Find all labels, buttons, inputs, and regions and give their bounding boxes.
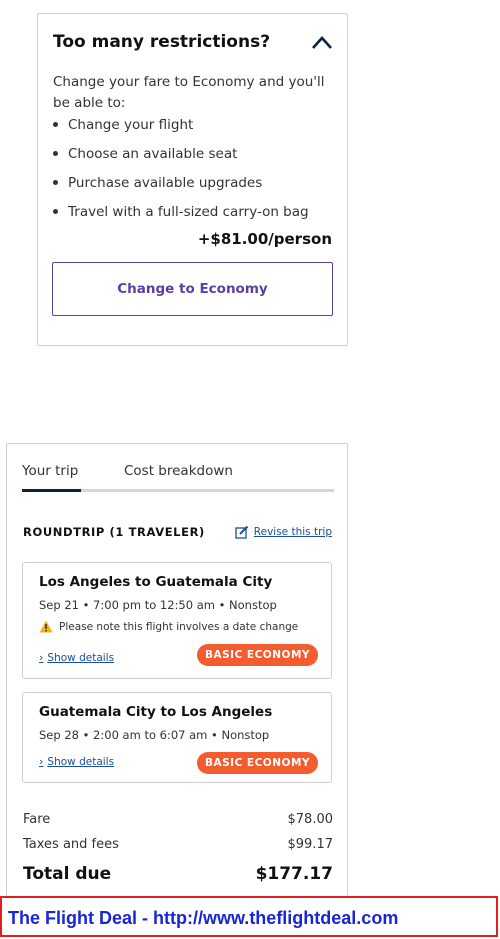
- show-details-label: Show details: [47, 651, 115, 664]
- show-details-link[interactable]: › Show details: [39, 755, 114, 768]
- revise-trip-label: Revise this trip: [253, 526, 332, 538]
- fare-class-badge: BASIC ECONOMY: [196, 644, 318, 666]
- revise-trip-link[interactable]: Revise this trip: [235, 525, 332, 539]
- trip-tabs: Your trip Cost breakdown: [22, 444, 334, 493]
- show-details-link[interactable]: › Show details: [39, 651, 114, 664]
- benefit-item: Change your flight: [53, 114, 309, 143]
- date-change-note: Please note this flight involves a date …: [39, 620, 298, 633]
- benefits-list: Change your flight Choose an available s…: [53, 114, 309, 230]
- edit-icon: [235, 525, 249, 539]
- upgrade-price: +$81.00/person: [197, 230, 332, 248]
- date-change-text: Please note this flight involves a date …: [59, 620, 299, 633]
- benefit-item: Travel with a full-sized carry-on bag: [53, 201, 309, 230]
- tab-your-trip[interactable]: Your trip: [22, 463, 78, 479]
- watermark-text: The Flight Deal - http://www.theflightde…: [8, 908, 399, 928]
- trip-heading: ROUNDTRIP (1 TRAVELER): [23, 525, 205, 539]
- chevron-up-icon[interactable]: [311, 34, 333, 50]
- fare-row: Fare $78.00: [23, 812, 333, 827]
- benefit-item: Choose an available seat: [53, 143, 309, 172]
- flight-route: Guatemala City to Los Angeles: [39, 704, 273, 720]
- flight-route: Los Angeles to Guatemala City: [39, 574, 273, 590]
- tab-cost-breakdown[interactable]: Cost breakdown: [124, 463, 233, 479]
- change-to-economy-button[interactable]: Change to Economy: [52, 262, 333, 316]
- chevron-right-icon: ›: [39, 651, 44, 664]
- chevron-right-icon: ›: [39, 755, 44, 768]
- restrictions-card: Too many restrictions? Change your fare …: [37, 13, 348, 346]
- taxes-amount: $99.17: [287, 837, 334, 852]
- taxes-label: Taxes and fees: [23, 837, 119, 852]
- warning-icon: [39, 620, 53, 633]
- total-amount: $177.17: [255, 864, 333, 884]
- flight-card-outbound: Los Angeles to Guatemala City Sep 21 • 7…: [22, 562, 332, 679]
- benefit-item: Purchase available upgrades: [53, 172, 309, 201]
- restrictions-title: Too many restrictions?: [53, 32, 271, 52]
- show-details-label: Show details: [47, 755, 115, 768]
- tab-active-indicator: [22, 489, 81, 492]
- restrictions-description: Change your fare to Economy and you'll b…: [53, 74, 325, 111]
- flight-card-return: Guatemala City to Los Angeles Sep 28 • 2…: [22, 692, 332, 783]
- trip-summary-card: Your trip Cost breakdown ROUNDTRIP (1 TR…: [6, 443, 348, 903]
- fare-class-badge: BASIC ECONOMY: [196, 752, 318, 774]
- flight-time: Sep 21 • 7:00 pm to 12:50 am • Nonstop: [39, 598, 277, 612]
- taxes-row: Taxes and fees $99.17: [23, 837, 333, 852]
- total-row: Total due $177.17: [23, 864, 333, 884]
- fare-label: Fare: [23, 812, 51, 827]
- fare-amount: $78.00: [287, 812, 334, 827]
- total-label: Total due: [23, 864, 112, 884]
- flight-time: Sep 28 • 2:00 am to 6:07 am • Nonstop: [39, 728, 270, 742]
- watermark-banner: The Flight Deal - http://www.theflightde…: [0, 896, 498, 937]
